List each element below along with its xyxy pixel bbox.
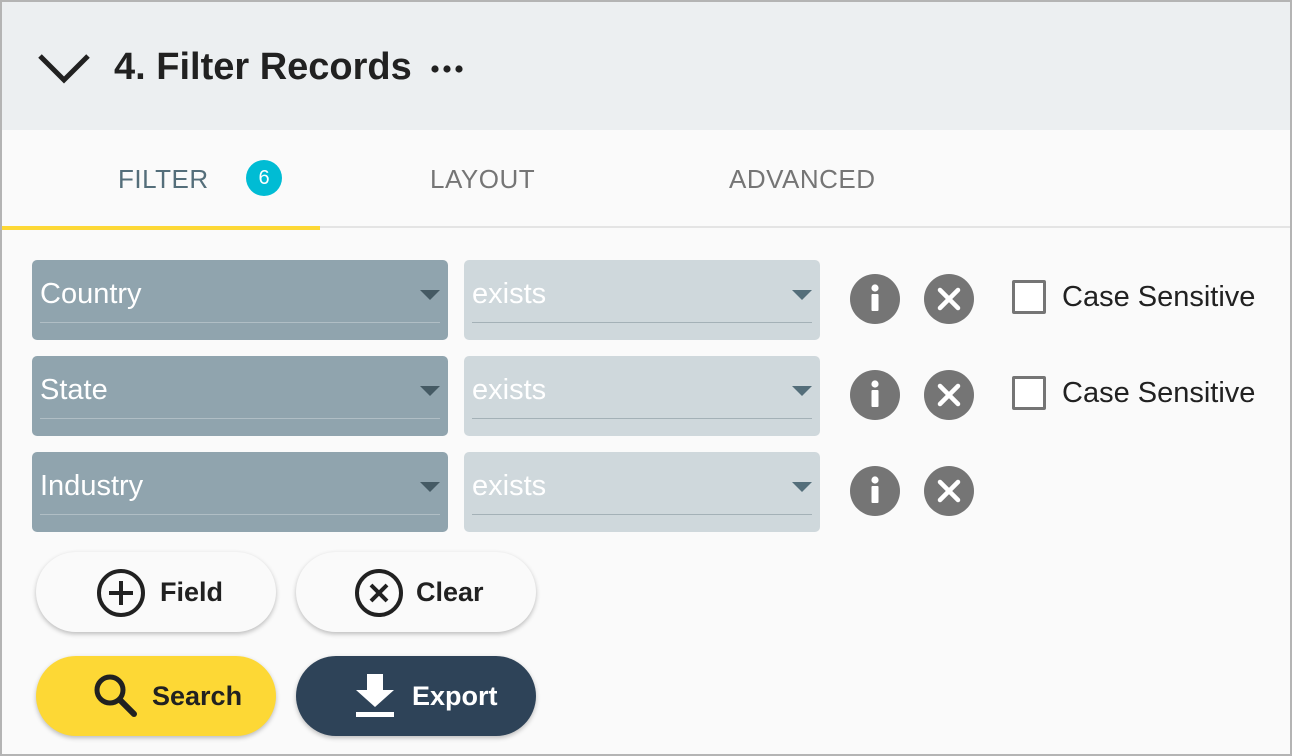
filter-row: State exists Case Sensitive (2, 356, 1290, 436)
field-select-value: Industry (40, 470, 144, 502)
search-icon (94, 674, 137, 717)
info-icon[interactable] (850, 466, 900, 516)
filter-count-badge: 6 (246, 160, 282, 196)
info-icon[interactable] (850, 370, 900, 420)
field-select[interactable]: Country (32, 260, 448, 340)
case-sensitive-label: Case Sensitive (1062, 377, 1256, 409)
add-field-label: Field (160, 577, 224, 607)
field-select-value: State (40, 374, 108, 406)
field-select-value: Country (40, 278, 142, 310)
dropdown-arrow-icon (792, 386, 812, 396)
operator-select[interactable]: exists (464, 452, 820, 532)
more-horizontal-icon[interactable] (430, 56, 464, 82)
clear-label: Clear (416, 577, 484, 607)
field-select[interactable]: State (32, 356, 448, 436)
filter-row: Industry exists (2, 452, 1290, 532)
field-select[interactable]: Industry (32, 452, 448, 532)
dropdown-arrow-icon (420, 290, 440, 300)
clear-button[interactable]: Clear (296, 552, 536, 632)
checkbox-unchecked-icon[interactable] (1012, 376, 1046, 410)
chevron-down-icon[interactable] (36, 48, 92, 88)
case-sensitive-label: Case Sensitive (1062, 281, 1256, 313)
dropdown-arrow-icon (792, 290, 812, 300)
dropdown-arrow-icon (420, 386, 440, 396)
search-label: Search (152, 681, 243, 711)
export-button[interactable]: Export (296, 656, 536, 736)
operator-select[interactable]: exists (464, 356, 820, 436)
dropdown-arrow-icon (792, 482, 812, 492)
checkbox-unchecked-icon[interactable] (1012, 280, 1046, 314)
remove-filter-close-icon[interactable] (924, 370, 974, 420)
operator-select-value: exists (472, 374, 547, 406)
filter-records-panel: 4. Filter Records FILTER 6 LAYOUT ADVANC… (0, 0, 1292, 756)
dropdown-arrow-icon (420, 482, 440, 492)
tab-bar: FILTER 6 LAYOUT ADVANCED (2, 130, 1290, 230)
operator-select-value: exists (472, 278, 547, 310)
operator-select-value: exists (472, 470, 547, 502)
info-icon[interactable] (850, 274, 900, 324)
download-icon (356, 674, 394, 717)
section-title: 4. Filter Records (114, 46, 412, 88)
close-circle-outline-icon (355, 569, 403, 617)
tab-advanced[interactable]: ADVANCED (729, 130, 876, 228)
active-tab-indicator (2, 226, 320, 230)
filter-row: Country exists Case Sensitive (2, 260, 1290, 340)
export-label: Export (412, 681, 498, 711)
tab-layout-label: LAYOUT (430, 164, 536, 194)
operator-select[interactable]: exists (464, 260, 820, 340)
search-button[interactable]: Search (36, 656, 276, 736)
remove-filter-close-icon[interactable] (924, 466, 974, 516)
section-header: 4. Filter Records (2, 2, 1290, 130)
tab-filter[interactable]: FILTER 6 (2, 130, 320, 230)
tab-filter-label: FILTER (118, 164, 209, 194)
remove-filter-close-icon[interactable] (924, 274, 974, 324)
tab-layout[interactable]: LAYOUT (430, 130, 535, 228)
add-field-button[interactable]: Field (36, 552, 276, 632)
plus-circle-icon (97, 569, 145, 617)
tab-advanced-label: ADVANCED (729, 164, 876, 194)
